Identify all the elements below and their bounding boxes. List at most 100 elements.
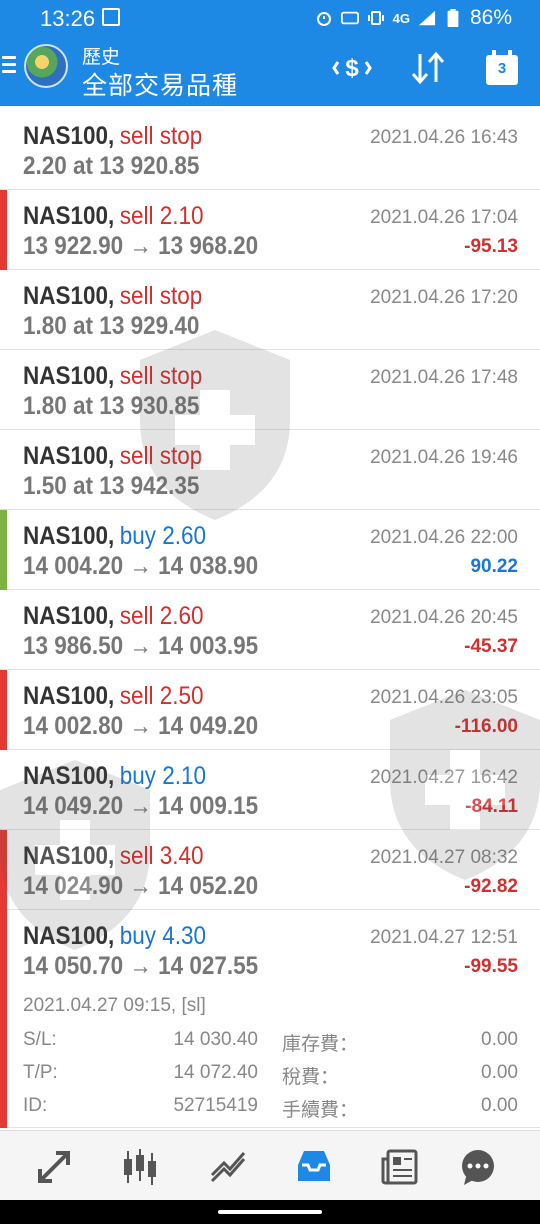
- alarm-icon: [316, 12, 331, 26]
- trade-profit: -45.37: [464, 636, 518, 657]
- signal-icon: [418, 10, 436, 26]
- trade-row[interactable]: NAS100, buy 2.10 14 049.20 → 14 009.15 2021…: [0, 750, 540, 830]
- id-value: 52715419: [173, 1095, 258, 1116]
- sort-icon: [411, 51, 445, 85]
- trade-profit: -84.11: [465, 796, 518, 817]
- trade-profit: -99.55: [464, 956, 518, 977]
- status-icons: 4G 86%: [315, 6, 512, 30]
- nav-news[interactable]: [378, 1145, 422, 1189]
- trade-profit: -95.13: [464, 236, 518, 257]
- trade-symbol: NAS100,: [23, 762, 115, 790]
- trade-title: NAS100, buy 2.10: [23, 762, 206, 791]
- trade-row[interactable]: NAS100, sell 2.10 13 922.90 → 13 968.20 202…: [0, 190, 540, 270]
- open-info: 2021.04.27 09:15, [sl]: [23, 995, 206, 1016]
- nav-chat[interactable]: [456, 1145, 500, 1189]
- trade-action: sell 3.40: [119, 842, 204, 870]
- nav-history[interactable]: [292, 1145, 336, 1189]
- result-flag: [0, 750, 7, 830]
- trade-prices: 14 050.70 → 14 027.55: [23, 952, 259, 980]
- commission-label: 手續費：: [282, 1100, 359, 1121]
- app-logo: [24, 44, 68, 88]
- trade-date: 2021.04.27 08:32: [370, 847, 518, 868]
- trade-title: NAS100, sell stop: [23, 282, 202, 311]
- result-flag: [0, 670, 7, 750]
- trade-prices: 1.80 at 13 929.40: [23, 312, 200, 340]
- trade-title: NAS100, sell 3.40: [23, 842, 204, 871]
- result-flag: [0, 350, 7, 430]
- auto-brightness-icon: [340, 11, 359, 25]
- battery-percent: 86%: [469, 6, 512, 29]
- trade-row[interactable]: NAS100, sell 2.50 14 002.80 → 14 049.20 202…: [0, 670, 540, 750]
- app-header: 13:26 4G 86% 歷史 全部交易品種 $ 3: [0, 0, 540, 106]
- page-title: 歷史: [82, 47, 121, 68]
- nav-quotes[interactable]: [32, 1145, 76, 1189]
- svg-text:$: $: [345, 55, 359, 82]
- swap-value: 0.00: [481, 1029, 518, 1050]
- battery-icon: [447, 9, 459, 27]
- commission-value: 0.00: [481, 1095, 518, 1116]
- trade-symbol: NAS100,: [23, 602, 115, 630]
- trade-row[interactable]: NAS100, sell 2.60 13 986.50 → 14 003.95 202…: [0, 590, 540, 670]
- trade-row[interactable]: NAS100, sell stop 2.20 at 13 920.85 2021.04…: [0, 110, 540, 190]
- news-icon: [381, 1149, 418, 1185]
- symbol-filter[interactable]: 全部交易品種: [82, 66, 238, 102]
- tp-value: 14 072.40: [173, 1062, 258, 1083]
- result-flag: [0, 430, 7, 510]
- chat-icon: [462, 1150, 494, 1185]
- trade-symbol: NAS100,: [23, 282, 115, 310]
- trade-action: sell stop: [119, 282, 203, 310]
- swap-label: 庫存費：: [282, 1034, 359, 1055]
- result-flag: [0, 590, 7, 670]
- result-flag: [0, 270, 7, 350]
- sort-button[interactable]: [406, 48, 450, 88]
- trade-date: 2021.04.26 19:46: [370, 447, 518, 468]
- quotes-icon: [38, 1151, 70, 1183]
- trade-row[interactable]: NAS100, sell stop 1.80 at 13 930.85 2021.04…: [0, 350, 540, 430]
- trade-row[interactable]: NAS100, sell stop 1.80 at 13 929.40 2021.04…: [0, 270, 540, 350]
- currency-exchange-icon: $: [332, 55, 372, 82]
- trade-action: sell 2.10: [119, 202, 204, 230]
- network-type: 4G: [392, 10, 410, 26]
- home-indicator[interactable]: [218, 1210, 322, 1214]
- trade-row[interactable]: NAS100, sell stop 1.50 at 13 942.35 2021.04…: [0, 430, 540, 510]
- trade-action: buy 4.30: [119, 922, 207, 950]
- bottom-nav: [0, 1130, 540, 1200]
- trade-row[interactable]: NAS100, buy 2.60 14 004.20 → 14 038.90 2021…: [0, 510, 540, 590]
- status-time: 13:26: [40, 6, 96, 31]
- id-label: ID:: [23, 1095, 48, 1116]
- result-flag: [0, 190, 7, 270]
- trade-row[interactable]: NAS100, buy 4.30 14 050.70 → 14 027.55 2021…: [0, 910, 540, 1128]
- trade-prices: 1.80 at 13 930.85: [23, 392, 200, 420]
- sl-label: S/L:: [23, 1029, 57, 1050]
- calendar-button[interactable]: 3: [480, 48, 524, 88]
- tp-label: T/P:: [23, 1062, 58, 1083]
- nav-chart[interactable]: [118, 1145, 162, 1189]
- vibrate-icon: [367, 11, 384, 25]
- trade-symbol: NAS100,: [23, 842, 115, 870]
- trade-prices: 14 049.20 → 14 009.15: [23, 792, 259, 820]
- calendar-day: 3: [497, 60, 507, 77]
- deposit-withdraw-button[interactable]: $: [330, 48, 374, 88]
- trade-title: NAS100, sell 2.10: [23, 202, 204, 231]
- result-flag: [0, 510, 7, 590]
- result-flag: [0, 830, 7, 910]
- trade-title: NAS100, buy 4.30: [23, 922, 206, 951]
- trade-symbol: NAS100,: [23, 122, 115, 150]
- trade-row[interactable]: NAS100, sell 3.40 14 024.90 → 14 052.20 202…: [0, 830, 540, 910]
- history-icon: [298, 1151, 330, 1181]
- menu-icon[interactable]: [2, 56, 16, 78]
- trade-date: 2021.04.26 17:20: [370, 287, 518, 308]
- trade-title: NAS100, sell stop: [23, 122, 202, 151]
- trade-history-list[interactable]: NAS100, sell stop 2.20 at 13 920.85 2021.04…: [0, 110, 540, 1128]
- trade-action: sell stop: [119, 442, 203, 470]
- chart-candles-icon: [124, 1149, 156, 1185]
- trade-symbol: NAS100,: [23, 202, 115, 230]
- nav-trade[interactable]: [206, 1145, 250, 1189]
- trade-title: NAS100, sell stop: [23, 362, 202, 391]
- notification-icon: [102, 8, 120, 26]
- trade-date: 2021.04.26 23:05: [370, 687, 518, 708]
- trade-action: sell stop: [119, 122, 203, 150]
- trade-prices: 14 024.90 → 14 052.20: [23, 872, 259, 900]
- trade-title: NAS100, buy 2.60: [23, 522, 206, 551]
- result-flag: [0, 910, 7, 1128]
